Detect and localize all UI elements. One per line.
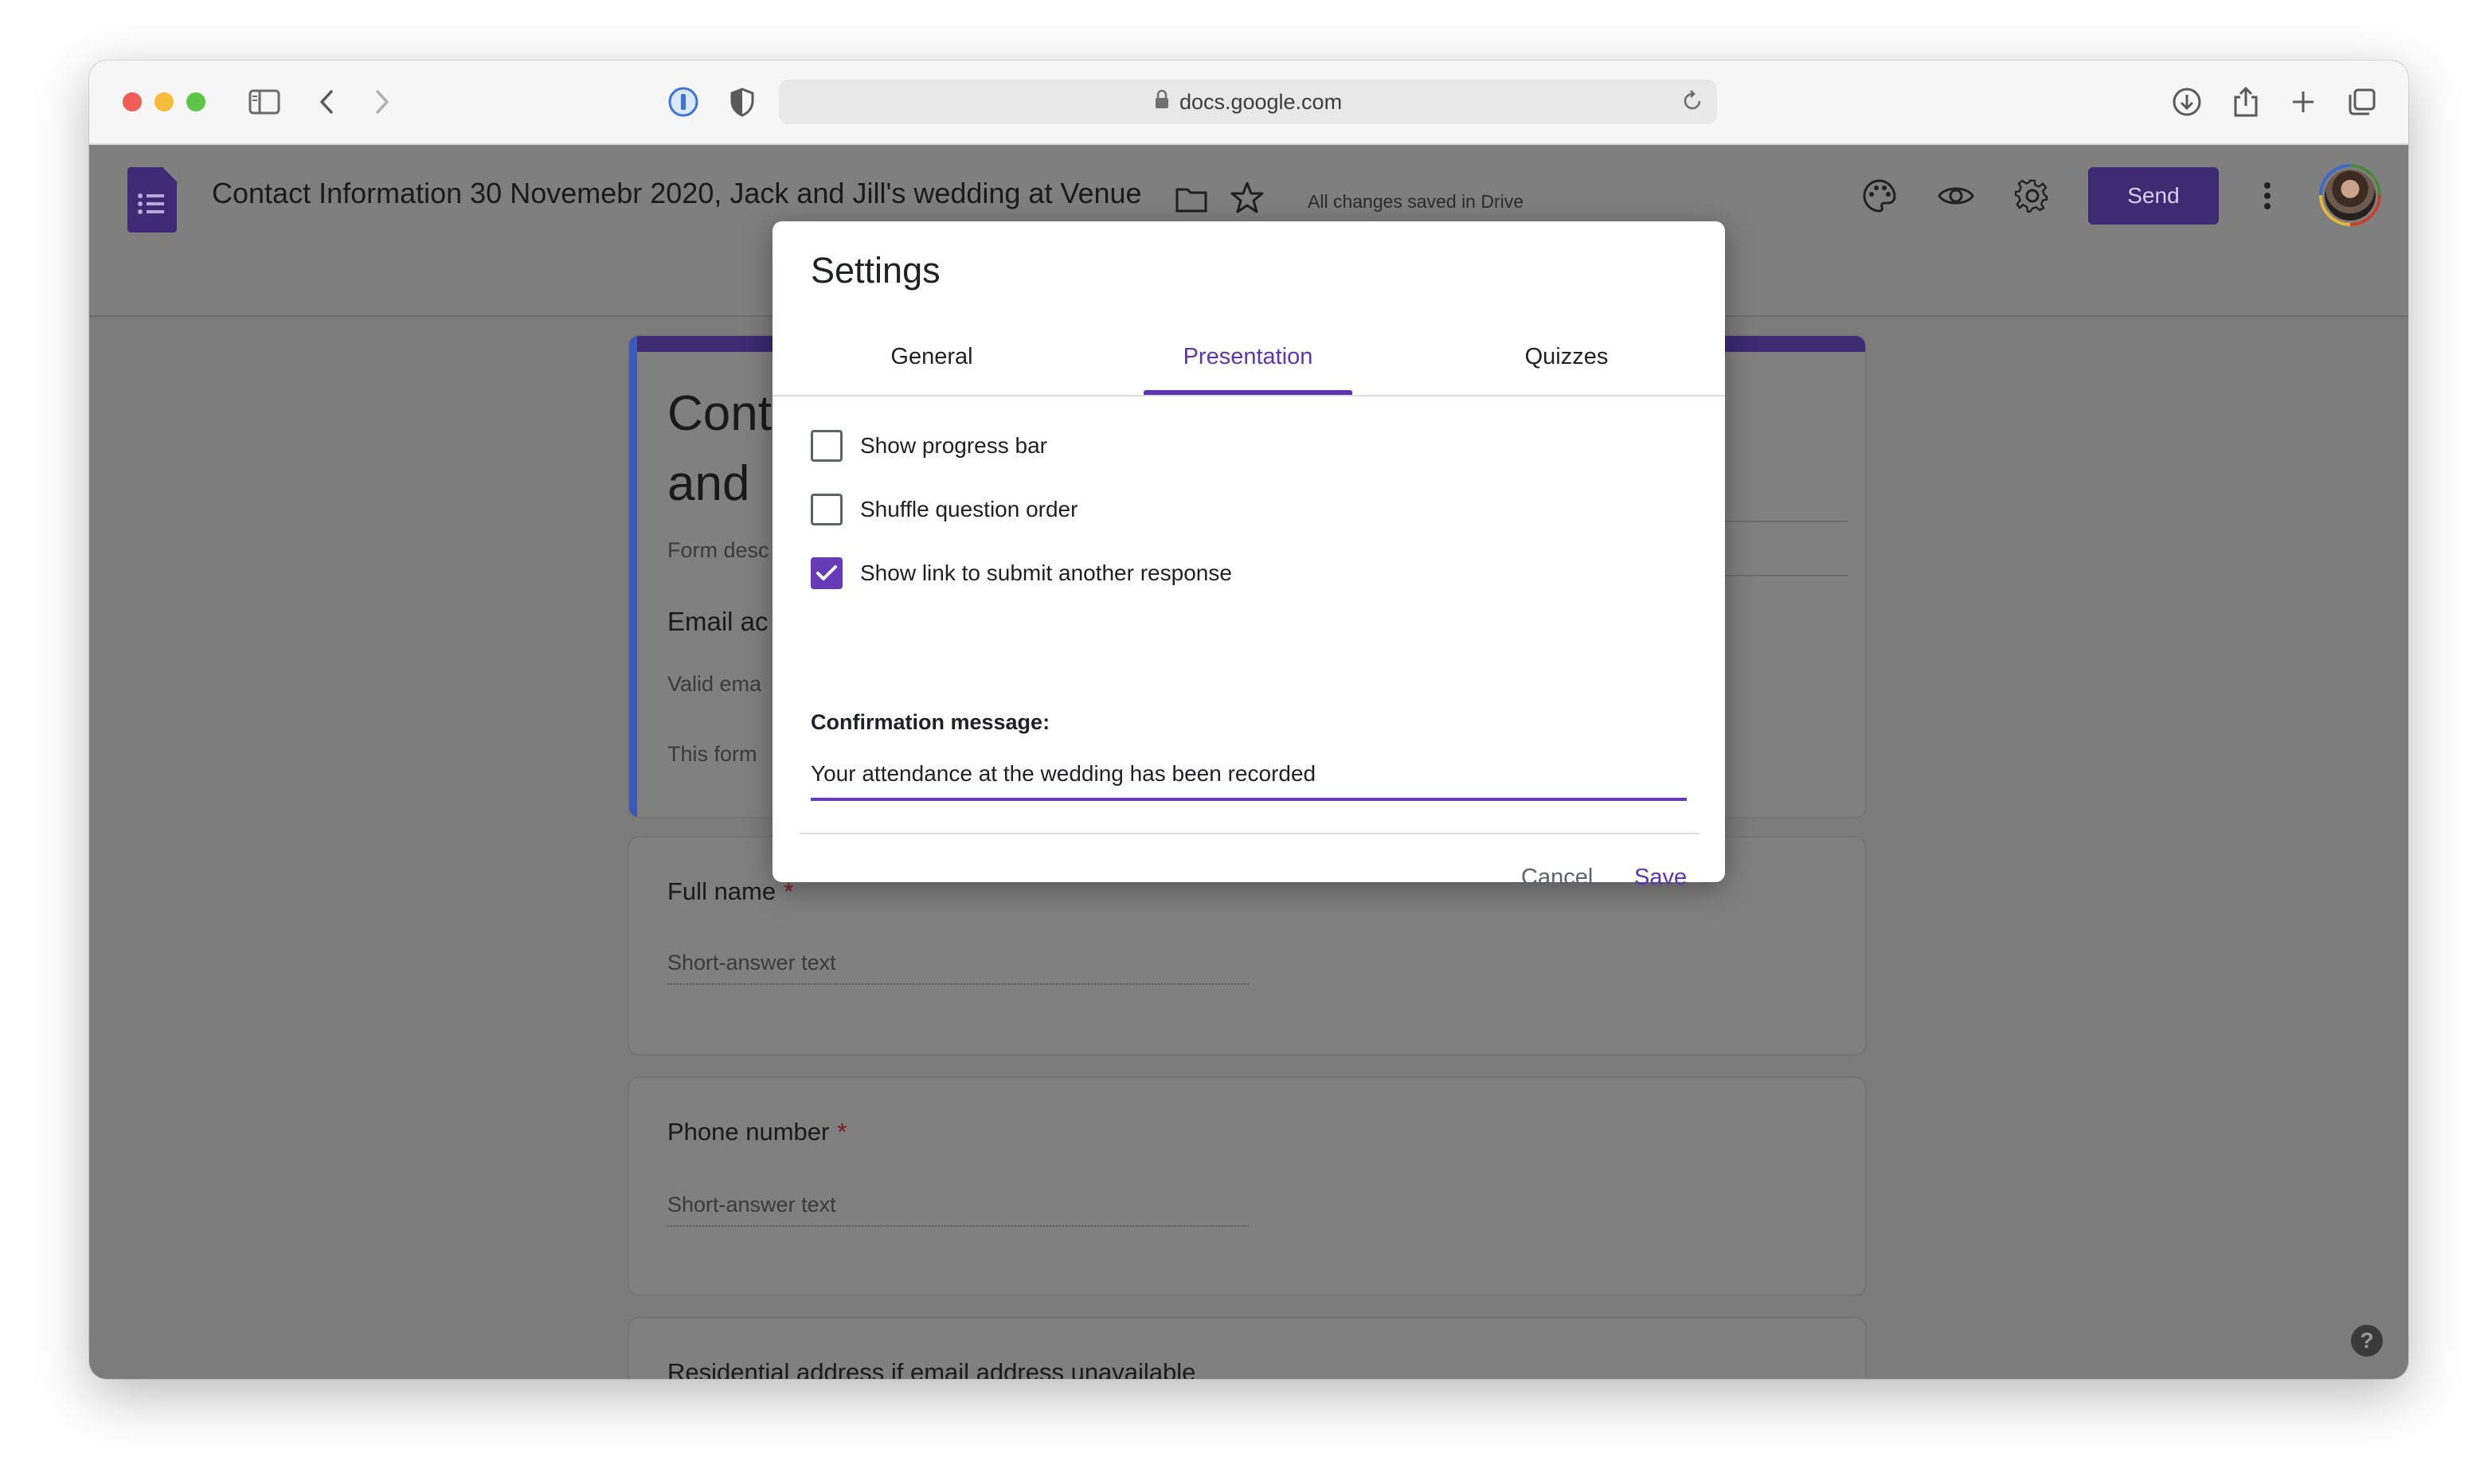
password-manager-icon[interactable] (664, 83, 702, 121)
palette-icon[interactable] (1859, 175, 1900, 217)
minimize-window-button[interactable] (154, 92, 174, 111)
address-bar[interactable]: docs.google.com (779, 80, 1717, 124)
browser-window: docs.google.com Contact Information 30 N… (89, 61, 2408, 1379)
star-icon[interactable] (1228, 178, 1266, 217)
checkmark-icon (816, 565, 837, 580)
settings-gear-icon[interactable] (2012, 175, 2053, 217)
dialog-title: Settings (811, 250, 941, 291)
question-title: Residential address if email address una… (667, 1358, 1196, 1379)
confirmation-message-input[interactable] (811, 756, 1687, 801)
cancel-button[interactable]: Cancel (1521, 865, 1593, 891)
required-mark: * (837, 1118, 847, 1146)
checkbox[interactable] (811, 430, 843, 462)
help-icon[interactable]: ? (2351, 1325, 2383, 1357)
option-label: Show progress bar (860, 433, 1048, 458)
collect-email-note: This form (667, 742, 757, 766)
settings-dialog: Settings General Presentation Quizzes Sh… (772, 221, 1725, 890)
active-tab-indicator (1144, 390, 1352, 395)
option-label: Shuffle question order (860, 497, 1078, 521)
lock-icon (1154, 89, 1170, 115)
tab-quizzes[interactable]: Quizzes (1462, 317, 1671, 396)
short-answer-placeholder: Short-answer text (667, 1193, 1249, 1227)
email-question-label: Email ac (667, 607, 769, 636)
question-card-address[interactable]: Residential address if email address una… (628, 1317, 1867, 1379)
form-heading-line2: and (667, 456, 750, 511)
dialog-divider (800, 833, 1699, 834)
tab-overview-icon[interactable] (2343, 83, 2381, 121)
privacy-shield-icon[interactable] (723, 83, 761, 121)
short-answer-placeholder: Short-answer text (667, 951, 1249, 985)
reload-icon[interactable] (1679, 88, 1706, 120)
form-heading-line1: Cont (667, 386, 772, 441)
save-status: All changes saved in Drive (1308, 191, 1524, 212)
question-title: Phone number (667, 1118, 830, 1146)
tab-general[interactable]: General (828, 317, 1035, 396)
question-title: Full name (667, 877, 776, 905)
back-icon[interactable] (307, 83, 346, 121)
forms-logo-icon[interactable] (127, 167, 177, 236)
send-button[interactable]: Send (2088, 167, 2219, 225)
downloads-icon[interactable] (2168, 83, 2206, 121)
tab-presentation[interactable]: Presentation (1144, 317, 1352, 396)
more-options-icon[interactable] (2255, 177, 2279, 215)
sidebar-toggle-icon[interactable] (245, 83, 284, 121)
close-window-button[interactable] (123, 92, 142, 111)
form-title[interactable]: Contact Information 30 Novemebr 2020, Ja… (212, 177, 1164, 210)
question-card-phone-number[interactable]: Phone number * Short-answer text (628, 1076, 1867, 1296)
new-tab-icon[interactable] (2284, 83, 2322, 121)
settings-tabs: General Presentation Quizzes (772, 317, 1725, 396)
account-avatar[interactable] (2319, 164, 2381, 226)
forward-icon[interactable] (363, 83, 401, 121)
confirmation-message-label: Confirmation message: (811, 710, 1050, 734)
folder-icon[interactable] (1172, 180, 1211, 218)
save-button[interactable]: Save (1634, 865, 1687, 891)
preview-eye-icon[interactable] (1935, 175, 1977, 217)
checkbox[interactable] (811, 494, 843, 525)
zoom-window-button[interactable] (186, 92, 205, 111)
url-text: docs.google.com (1179, 89, 1343, 114)
browser-toolbar: docs.google.com (89, 61, 2408, 145)
share-icon[interactable] (2227, 83, 2265, 121)
option-shuffle-question-order[interactable]: Shuffle question order (811, 492, 1078, 527)
option-label: Show link to submit another response (860, 560, 1232, 585)
option-show-progress-bar[interactable]: Show progress bar (811, 428, 1047, 463)
checkbox-checked[interactable] (811, 557, 843, 589)
form-description[interactable]: Form desc (667, 538, 769, 563)
email-placeholder: Valid ema (667, 672, 762, 696)
option-show-submit-another-link[interactable]: Show link to submit another response (811, 556, 1232, 591)
